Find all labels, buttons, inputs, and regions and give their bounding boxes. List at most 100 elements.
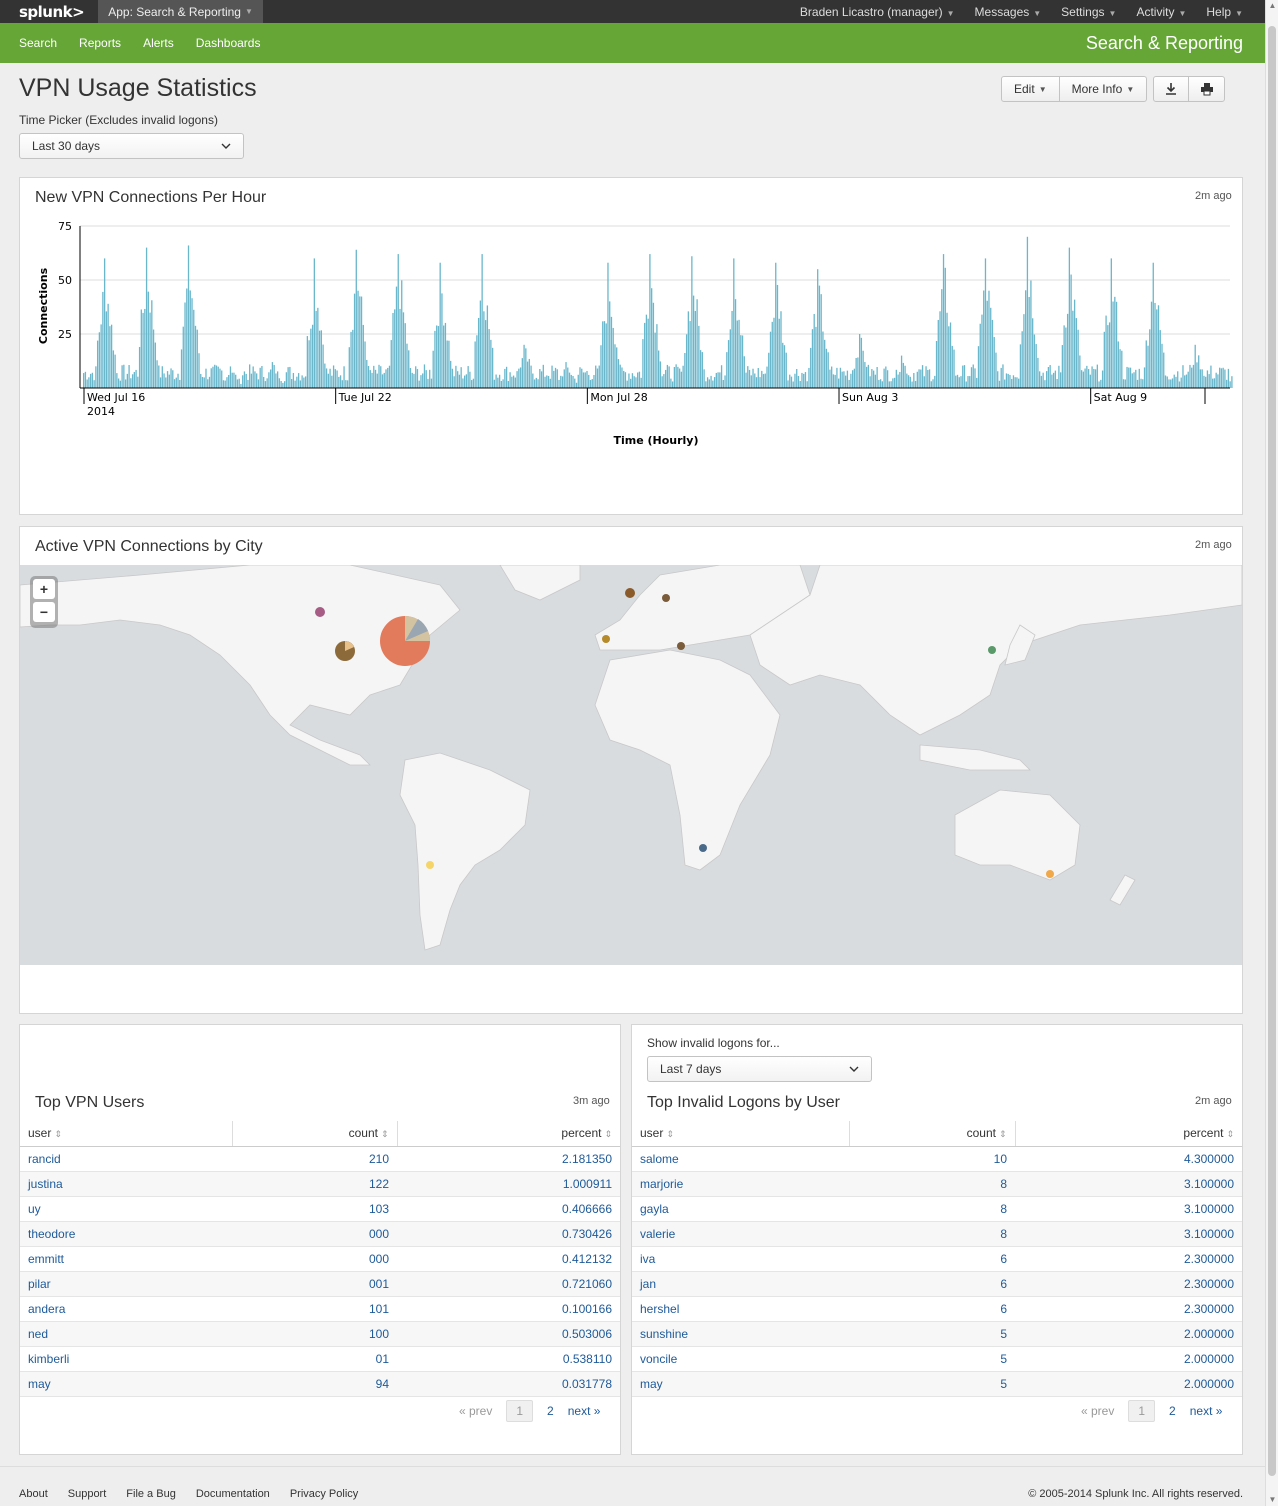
chart-bar[interactable] <box>189 290 191 388</box>
chart-bar[interactable] <box>1011 378 1013 388</box>
chart-bar[interactable] <box>572 376 574 388</box>
chart-bar[interactable] <box>638 371 641 388</box>
chart-bar[interactable] <box>367 365 370 388</box>
cell-user[interactable]: may <box>20 1371 232 1397</box>
chart-bar[interactable] <box>1168 379 1170 388</box>
chart-bar[interactable] <box>334 369 336 388</box>
chart-bar[interactable] <box>175 377 177 388</box>
table-row[interactable]: voncile 5 2.000000 <box>632 1346 1242 1372</box>
chart-bar[interactable] <box>1108 322 1111 388</box>
table-row[interactable]: valerie 8 3.100000 <box>632 1221 1242 1247</box>
chart-bar[interactable] <box>409 368 412 388</box>
chart-bar[interactable] <box>956 374 959 388</box>
chart-bar[interactable] <box>453 376 455 388</box>
world-map[interactable] <box>20 565 1242 965</box>
chart-bar[interactable] <box>266 378 268 388</box>
chart-bar[interactable] <box>493 379 496 388</box>
chart-bar[interactable] <box>1194 344 1196 388</box>
cell-user[interactable]: theodore <box>20 1221 232 1247</box>
chart-bar[interactable] <box>460 367 462 388</box>
chart-bar[interactable] <box>1052 372 1055 388</box>
chart-bar[interactable] <box>990 307 992 388</box>
chart-bar[interactable] <box>661 376 663 388</box>
cell-count[interactable]: 01 <box>232 1346 397 1372</box>
cell-count[interactable]: 6 <box>849 1246 1015 1272</box>
chart-bar[interactable] <box>408 350 410 388</box>
chart-bar[interactable] <box>839 367 842 388</box>
chart-bar[interactable] <box>317 307 319 388</box>
cell-percent[interactable]: 2.000000 <box>1015 1346 1242 1372</box>
chart-bar[interactable] <box>193 309 195 388</box>
chart-bar[interactable] <box>542 364 544 388</box>
chart-bar[interactable] <box>834 374 836 388</box>
chart-bar[interactable] <box>1121 350 1123 388</box>
chart-bar[interactable] <box>895 369 897 388</box>
chart-bar[interactable] <box>207 379 209 388</box>
chart-bar[interactable] <box>736 320 738 388</box>
chart-bar[interactable] <box>1047 367 1050 388</box>
chart-bar[interactable] <box>315 310 317 388</box>
map-marker-seattle[interactable] <box>315 607 325 617</box>
chart-bar[interactable] <box>369 370 371 388</box>
cell-user[interactable]: jan <box>632 1271 849 1297</box>
map-marker-lisbon[interactable] <box>602 635 610 643</box>
chart-bar[interactable] <box>1033 334 1036 388</box>
chart-bar[interactable] <box>1140 378 1142 388</box>
chart-bar[interactable] <box>603 321 606 388</box>
chart-bar[interactable] <box>533 379 536 388</box>
chart-bar[interactable] <box>474 341 476 388</box>
chart-bar[interactable] <box>953 349 955 388</box>
chart-bar[interactable] <box>588 374 590 388</box>
cell-count[interactable]: 001 <box>232 1271 397 1297</box>
chart-bar[interactable] <box>706 377 709 388</box>
pager-current[interactable]: 1 <box>506 1400 534 1422</box>
chart-bar[interactable] <box>977 346 980 388</box>
chart-bar[interactable] <box>336 370 338 388</box>
chart-bar[interactable] <box>869 376 871 388</box>
chart-bar[interactable] <box>855 358 857 388</box>
chart-bar[interactable] <box>324 363 326 388</box>
chart-bar[interactable] <box>530 365 532 388</box>
chart-bar[interactable] <box>523 344 525 388</box>
chart-bar[interactable] <box>1070 274 1072 388</box>
chart-bar[interactable] <box>1133 372 1135 388</box>
cell-count[interactable]: 10 <box>849 1146 1015 1172</box>
chart-bar[interactable] <box>921 365 924 388</box>
chart-bar[interactable] <box>1157 305 1160 388</box>
chart-bar[interactable] <box>219 368 221 388</box>
chart-bar[interactable] <box>631 373 634 388</box>
chart-bar[interactable] <box>804 372 807 388</box>
chart-bar[interactable] <box>722 379 724 388</box>
table-row[interactable]: ned 100 0.503006 <box>20 1321 620 1347</box>
chart-bar[interactable] <box>1180 377 1182 388</box>
chart-bar[interactable] <box>1086 365 1088 388</box>
chart-bar[interactable] <box>469 371 471 388</box>
chart-bar[interactable] <box>783 345 786 388</box>
chart-bar[interactable] <box>682 365 684 388</box>
chart-bar[interactable] <box>1018 378 1020 388</box>
pager-prev[interactable]: « prev <box>459 1404 492 1418</box>
chart-bar[interactable] <box>402 312 405 388</box>
chart-bar[interactable] <box>734 299 737 388</box>
chart-bar[interactable] <box>605 323 607 388</box>
chart-bar[interactable] <box>976 377 978 388</box>
chart-bar[interactable] <box>958 377 960 388</box>
footer-privacy[interactable]: Privacy Policy <box>290 1488 358 1500</box>
chart-bar[interactable] <box>443 325 445 388</box>
chart-bar[interactable] <box>1077 329 1079 388</box>
cell-count[interactable]: 100 <box>232 1321 397 1347</box>
chart-bar[interactable] <box>201 376 204 388</box>
chart-bar[interactable] <box>327 373 329 388</box>
chart-bar[interactable] <box>586 370 588 388</box>
map-marker-seoul[interactable] <box>988 646 996 654</box>
chart-bar[interactable] <box>1040 375 1043 388</box>
chart-bar[interactable] <box>1023 314 1025 388</box>
chart-bar[interactable] <box>941 289 943 388</box>
chart-bar[interactable] <box>446 340 448 388</box>
footer-documentation[interactable]: Documentation <box>196 1488 270 1500</box>
chart-bar[interactable] <box>464 375 466 388</box>
cell-percent[interactable]: 0.538110 <box>397 1346 620 1372</box>
chart-bar[interactable] <box>1080 370 1083 388</box>
chart-bar[interactable] <box>923 376 925 388</box>
chart-bar[interactable] <box>254 371 256 388</box>
